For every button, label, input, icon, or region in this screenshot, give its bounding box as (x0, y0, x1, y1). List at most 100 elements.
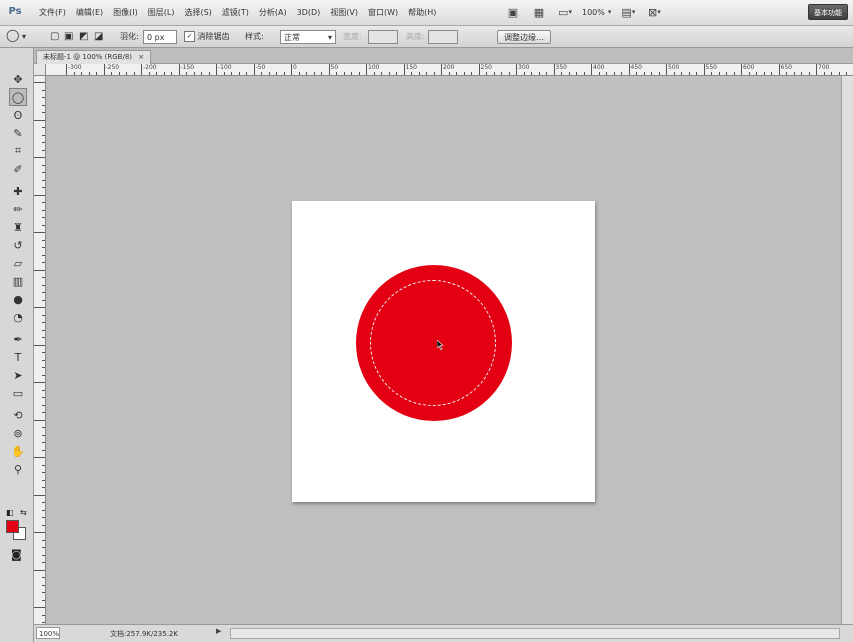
zoom-tool-icon[interactable]: ⚲ (9, 460, 27, 478)
arrange-documents-icon[interactable]: ▭ ▾ (556, 4, 574, 20)
ruler-minor-tick (34, 232, 45, 233)
ruler-minor-tick (42, 217, 45, 218)
tools-panel: ✥ ◯ ʘ ✎ ⌗ ✐ ✚ ✏ ♜ ↺ ▱ ▥ ● ◔ ✒ T ➤ ▭ ⟲ ⊚ … (0, 48, 34, 642)
ruler-minor-tick (42, 539, 45, 541)
new-selection-icon[interactable]: ▢ (50, 30, 59, 44)
menu-3d[interactable]: 3D(D) (292, 6, 326, 20)
ruler-minor-tick (748, 72, 750, 75)
ruler-minor-tick (42, 292, 45, 293)
crop-tool-icon[interactable]: ⌗ (9, 142, 27, 160)
subtract-selection-icon[interactable]: ◩ (79, 30, 88, 44)
eyedropper-tool-icon[interactable]: ✐ (9, 160, 27, 178)
quick-mask-icon[interactable]: ◙ (11, 548, 22, 561)
ruler-minor-tick (673, 72, 675, 75)
foreground-color-swatch[interactable] (6, 520, 19, 533)
add-to-selection-icon[interactable]: ▣ (64, 30, 73, 44)
zoom-level-select[interactable]: 100% ▾ (582, 8, 611, 17)
menu-select[interactable]: 选择(S) (179, 6, 216, 20)
launch-bridge-icon[interactable]: ▣ (504, 4, 522, 20)
antialias-option[interactable]: ✓ 消除锯齿 (184, 30, 230, 44)
extras-menu-icon[interactable]: ⊠ ▾ (645, 4, 663, 20)
pen-tool-icon[interactable]: ✒ (9, 330, 27, 348)
ellipse-marquee-tool-icon[interactable]: ◯ (9, 88, 27, 106)
ruler-minor-tick (598, 72, 600, 75)
ruler-minor-tick (42, 517, 45, 518)
lasso-tool-icon[interactable]: ʘ (9, 106, 27, 124)
horizontal-scrollbar[interactable] (230, 628, 840, 639)
ruler-minor-tick (156, 72, 157, 75)
ruler-minor-tick (448, 72, 450, 75)
vertical-scrollbar[interactable] (841, 76, 853, 624)
feather-input[interactable]: 0 px (143, 30, 177, 44)
intersect-selection-icon[interactable]: ◪ (94, 30, 103, 44)
mouse-cursor-icon (437, 340, 444, 350)
menu-analysis[interactable]: 分析(A) (254, 6, 292, 20)
menu-filter[interactable]: 滤镜(T) (217, 6, 254, 20)
swap-colors-icon[interactable]: ⇆ (20, 508, 27, 517)
antialias-checkbox[interactable]: ✓ (184, 31, 195, 42)
style-select[interactable]: 正常 ▾ (280, 30, 336, 44)
ruler-major-tick (478, 64, 480, 75)
screen-mode-icon[interactable]: ▤ ▾ (619, 4, 637, 20)
close-tab-icon[interactable]: × (138, 53, 144, 61)
3d-orbit-tool-icon[interactable]: ⊚ (9, 424, 27, 442)
default-colors-icon[interactable]: ◧ (6, 508, 14, 517)
eraser-tool-icon[interactable]: ▱ (9, 254, 27, 272)
ruler-label: 500 (668, 64, 680, 71)
width-input[interactable] (368, 30, 398, 44)
menu-edit[interactable]: 编辑(E) (71, 6, 108, 20)
ruler-minor-tick (351, 72, 352, 75)
preset-dropdown-icon[interactable]: ▾ (22, 30, 26, 44)
rectangle-tool-icon[interactable]: ▭ (9, 384, 27, 402)
3d-rotate-tool-icon[interactable]: ⟲ (9, 406, 27, 424)
document-tab[interactable]: 未标题-1 @ 100% (RGB/8) × (36, 50, 152, 64)
ruler-minor-tick (636, 72, 637, 75)
move-tool-icon[interactable]: ✥ (9, 70, 27, 88)
ruler-minor-tick (42, 89, 45, 91)
ruler-major-tick (291, 64, 292, 75)
ruler-minor-tick (42, 164, 45, 166)
ruler-minor-tick (42, 277, 45, 278)
ruler-minor-tick (201, 72, 202, 75)
workspace-button[interactable]: 基本功能 (808, 4, 848, 20)
brush-tool-icon[interactable]: ✏ (9, 200, 27, 218)
ruler-minor-tick (696, 72, 697, 75)
menu-file[interactable]: 文件(F) (34, 6, 71, 20)
ruler-minor-tick (643, 72, 645, 75)
path-selection-tool-icon[interactable]: ➤ (9, 366, 27, 384)
ruler-minor-tick (34, 157, 45, 158)
quick-selection-tool-icon[interactable]: ✎ (9, 124, 27, 142)
healing-brush-tool-icon[interactable]: ✚ (9, 182, 27, 200)
ruler-minor-tick (231, 72, 232, 75)
menu-layer[interactable]: 图层(L) (143, 6, 180, 20)
menu-view[interactable]: 视图(V) (325, 6, 363, 20)
menu-tools: ▣ ▦ ▭ ▾ 100% ▾ ▤ ▾ ⊠ ▾ (504, 4, 663, 20)
menu-window[interactable]: 窗口(W) (363, 6, 403, 20)
menu-image[interactable]: 图像(I) (108, 6, 143, 20)
history-brush-tool-icon[interactable]: ↺ (9, 236, 27, 254)
ruler-minor-tick (42, 224, 45, 226)
height-input[interactable] (428, 30, 458, 44)
refine-edge-button[interactable]: 调整边缘... (497, 30, 551, 44)
horizontal-ruler[interactable]: -300 -250 -200 -150 -100 -50 0 50 100 150 200 250 30… (46, 64, 853, 76)
status-menu-arrow-icon[interactable]: ▶ (216, 627, 221, 635)
hand-tool-icon[interactable]: ✋ (9, 442, 27, 460)
ruler-minor-tick (276, 72, 277, 75)
blur-tool-icon[interactable]: ● (9, 290, 27, 308)
ruler-label: -150 (180, 64, 195, 71)
clone-stamp-tool-icon[interactable]: ♜ (9, 218, 27, 236)
type-tool-icon[interactable]: T (9, 348, 27, 366)
gradient-tool-icon[interactable]: ▥ (9, 272, 27, 290)
ruler-origin[interactable] (34, 64, 46, 76)
menu-help[interactable]: 帮助(H) (403, 6, 441, 20)
ellipse-marquee-preset-icon[interactable]: ◯ (6, 28, 19, 42)
ruler-major-tick (441, 64, 442, 75)
view-extras-icon[interactable]: ▦ (530, 4, 548, 20)
ruler-minor-tick (486, 72, 487, 75)
vertical-ruler[interactable] (34, 76, 46, 624)
dodge-tool-icon[interactable]: ◔ (9, 308, 27, 326)
ruler-minor-tick (381, 72, 382, 75)
ruler-minor-tick (831, 72, 832, 75)
status-zoom-input[interactable]: 100% (36, 627, 60, 639)
ruler-minor-tick (726, 72, 727, 75)
